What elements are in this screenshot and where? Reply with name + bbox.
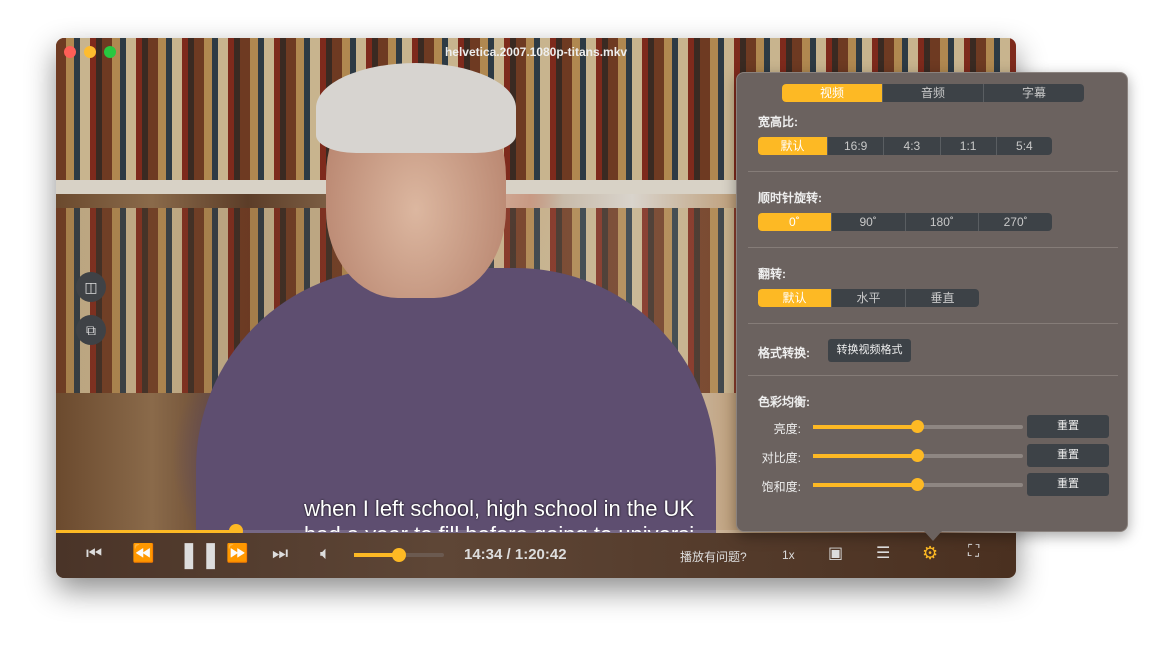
subtitle-line-1: when I left school, high school in the U… (304, 496, 695, 521)
control-bar: ⏮ ⏪ ❚❚ ⏩ ⏭ 🔈︎ 14:34 / 1:20:42 播放有问题? 1x … (56, 533, 1016, 578)
tab-subtitle[interactable]: 字幕 (983, 84, 1084, 102)
aspect-5-4[interactable]: 5:4 (995, 137, 1052, 155)
flip-selector: 默认 水平 垂直 (758, 289, 979, 307)
aspect-default[interactable]: 默认 (758, 137, 828, 155)
saturation-label: 饱和度: (761, 480, 801, 494)
layout-icon[interactable]: ◫ (76, 272, 106, 302)
rotate-label: 顺时针旋转: (758, 191, 822, 205)
popover-arrow (924, 531, 942, 541)
saturation-reset-button[interactable]: 重置 (1027, 473, 1109, 496)
rotate-90[interactable]: 90˚ (830, 213, 905, 231)
volume-icon[interactable]: 🔈︎ (320, 543, 331, 564)
brightness-slider[interactable] (813, 420, 1023, 433)
brightness-reset-button[interactable]: 重置 (1027, 415, 1109, 438)
picture-in-picture-icon[interactable]: ⧉ (76, 315, 106, 345)
divider (748, 323, 1118, 324)
window-title: helvetica.2007.1080p-titans.mkv (444, 45, 628, 59)
time-display: 14:34 / 1:20:42 (464, 546, 567, 563)
fast-forward-icon[interactable]: ⏩ (226, 543, 248, 564)
brightness-label: 亮度: (773, 422, 801, 436)
screenshot-icon[interactable]: ▣ (828, 543, 843, 563)
contrast-reset-button[interactable]: 重置 (1027, 444, 1109, 467)
tab-audio[interactable]: 音频 (882, 84, 983, 102)
divider (748, 375, 1118, 376)
flip-default[interactable]: 默认 (758, 289, 831, 307)
convert-video-button[interactable]: 转换视频格式 (828, 339, 911, 362)
skip-next-icon[interactable]: ⏭ (272, 543, 288, 564)
color-balance-label: 色彩均衡: (758, 395, 810, 409)
aspect-16-9[interactable]: 16:9 (827, 137, 883, 155)
volume-slider[interactable] (354, 548, 444, 562)
speed-button[interactable]: 1x (782, 548, 795, 562)
video-hair (316, 63, 516, 153)
aspect-1-1[interactable]: 1:1 (939, 137, 996, 155)
contrast-slider[interactable] (813, 449, 1023, 462)
saturation-slider[interactable] (813, 478, 1023, 491)
rotate-270[interactable]: 270˚ (978, 213, 1052, 231)
tab-video[interactable]: 视频 (782, 84, 882, 102)
help-link[interactable]: 播放有问题? (680, 548, 747, 565)
settings-gear-icon[interactable]: ⚙ (922, 543, 938, 564)
convert-label: 格式转换: (758, 346, 810, 360)
divider (748, 171, 1118, 172)
rewind-icon[interactable]: ⏪ (132, 543, 154, 564)
playlist-icon[interactable]: ☰ (876, 543, 890, 563)
aspect-4-3[interactable]: 4:3 (883, 137, 939, 155)
video-settings-panel: 视频 音频 字幕 宽高比: 默认 16:9 4:3 1:1 5:4 顺时针旋转:… (736, 72, 1128, 532)
divider (748, 247, 1118, 248)
fullscreen-icon[interactable]: ⛶ (968, 543, 979, 561)
rotation-selector: 0˚ 90˚ 180˚ 270˚ (758, 213, 1052, 231)
pause-icon[interactable]: ❚❚ (178, 539, 222, 570)
contrast-label: 对比度: (761, 451, 801, 465)
aspect-ratio-selector: 默认 16:9 4:3 1:1 5:4 (758, 137, 1052, 155)
aspect-label: 宽高比: (758, 115, 798, 129)
settings-tabs: 视频 音频 字幕 (782, 84, 1084, 102)
rotate-0[interactable]: 0˚ (758, 213, 831, 231)
flip-label: 翻转: (758, 267, 786, 281)
flip-horizontal[interactable]: 水平 (831, 289, 905, 307)
skip-previous-icon[interactable]: ⏮ (86, 543, 102, 564)
rotate-180[interactable]: 180˚ (904, 213, 979, 231)
flip-vertical[interactable]: 垂直 (905, 289, 979, 307)
